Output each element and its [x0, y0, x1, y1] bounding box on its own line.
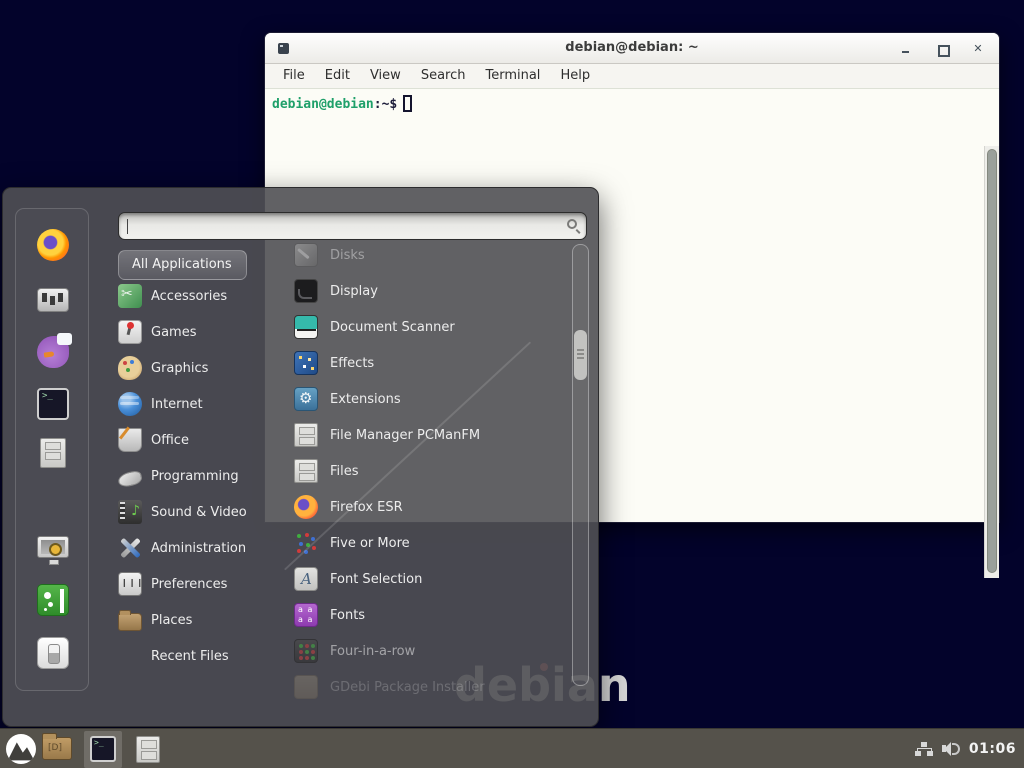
file-cabinet-icon [294, 423, 318, 447]
system-tray: 01:06 [915, 729, 1016, 768]
category-places[interactable]: Places [118, 602, 268, 638]
search-icon [567, 219, 577, 229]
search-box[interactable] [118, 212, 587, 240]
terminal-titlebar[interactable]: debian@debian: ~ ✕ [265, 33, 999, 64]
search-input[interactable] [127, 216, 557, 236]
close-icon[interactable]: ✕ [971, 42, 985, 56]
file-cabinet-launcher-icon[interactable] [136, 736, 160, 763]
category-games[interactable]: Games [118, 314, 268, 350]
menu-scrollbar-thumb[interactable] [574, 330, 587, 380]
category-office[interactable]: Office [118, 422, 268, 458]
settings-sliders-icon[interactable] [37, 288, 69, 312]
app-item-font-selection[interactable]: Font Selection [268, 561, 568, 597]
category-administration[interactable]: Administration [118, 530, 268, 566]
app-item-extensions[interactable]: Extensions [268, 381, 568, 417]
category-graphics[interactable]: Graphics [118, 350, 268, 386]
terminal-task-icon [90, 736, 116, 762]
menu-search[interactable]: Search [411, 64, 476, 88]
category-sound-video[interactable]: Sound & Video [118, 494, 268, 530]
preferences-icon [118, 572, 142, 596]
maximize-icon[interactable] [935, 42, 949, 56]
category-preferences[interactable]: Preferences [118, 566, 268, 602]
games-icon [118, 320, 142, 344]
shutdown-icon[interactable] [37, 637, 69, 669]
category-programming[interactable]: Programming [118, 458, 268, 494]
places-icon [118, 613, 142, 631]
file-cabinet-icon[interactable] [40, 438, 66, 468]
favorites-panel [15, 208, 89, 691]
sound-video-icon [118, 500, 142, 524]
lock-screen-icon[interactable] [37, 536, 69, 558]
terminal-cursor [403, 95, 412, 112]
disks-icon [294, 243, 318, 267]
menu-scrollbar[interactable] [572, 244, 589, 686]
terminal-task-button[interactable] [84, 731, 122, 768]
document-scanner-icon [294, 315, 318, 339]
folder-launcher-icon[interactable] [42, 737, 72, 760]
app-item-firefox-esr[interactable]: Firefox ESR [268, 489, 568, 525]
category-internet[interactable]: Internet [118, 386, 268, 422]
application-list: Disks Display Document Scanner Effects E… [268, 237, 568, 705]
app-item-disks[interactable]: Disks [268, 237, 568, 273]
four-in-a-row-icon [294, 639, 318, 663]
menu-terminal[interactable]: Terminal [475, 64, 550, 88]
app-item-display[interactable]: Display [268, 273, 568, 309]
display-icon [294, 279, 318, 303]
pidgin-icon[interactable] [37, 336, 69, 368]
app-item-fonts[interactable]: Fonts [268, 597, 568, 633]
terminal-scrollbar[interactable] [984, 146, 999, 578]
terminal-scrollbar-thumb[interactable] [987, 149, 997, 573]
programming-icon [117, 470, 143, 489]
app-item-files[interactable]: Files [268, 453, 568, 489]
category-list: Accessories Games Graphics Internet Offi… [118, 278, 268, 674]
gdebi-icon [294, 675, 318, 699]
all-applications-button[interactable]: All Applications [118, 250, 247, 280]
extensions-icon [294, 387, 318, 411]
effects-icon [294, 351, 318, 375]
lock-screen-icon-stand [49, 560, 59, 565]
logout-icon[interactable] [37, 584, 69, 616]
menu-edit[interactable]: Edit [315, 64, 360, 88]
internet-icon [118, 392, 142, 416]
prompt-user-host: debian@debian [272, 97, 374, 112]
category-accessories[interactable]: Accessories [118, 278, 268, 314]
menu-view[interactable]: View [360, 64, 411, 88]
graphics-icon [118, 356, 142, 380]
fonts-icon [294, 603, 318, 627]
menu-file[interactable]: File [273, 64, 315, 88]
prompt-suffix: :~$ [374, 97, 397, 112]
minimize-icon[interactable] [899, 42, 913, 56]
file-cabinet-icon [294, 459, 318, 483]
menu-help[interactable]: Help [550, 64, 600, 88]
firefox-icon[interactable] [37, 229, 69, 261]
volume-icon[interactable] [942, 741, 960, 757]
menu-button[interactable] [6, 734, 36, 764]
administration-icon [118, 536, 142, 560]
taskbar: 01:06 [0, 728, 1024, 768]
category-recent-files[interactable]: Recent Files [118, 638, 268, 674]
terminal-icon[interactable] [37, 388, 69, 420]
accessories-icon [118, 284, 142, 308]
app-item-four-in-a-row[interactable]: Four-in-a-row [268, 633, 568, 669]
application-menu: All Applications Accessories Games Graph… [2, 187, 599, 727]
search-caret [127, 219, 128, 234]
firefox-icon [294, 495, 318, 519]
font-selection-icon [294, 567, 318, 591]
taskbar-clock[interactable]: 01:06 [969, 741, 1016, 757]
app-item-document-scanner[interactable]: Document Scanner [268, 309, 568, 345]
desktop: debian debian@debian: ~ ✕ File Edit View… [0, 0, 1024, 768]
app-item-gdebi[interactable]: GDebi Package Installer [268, 669, 568, 705]
terminal-menubar: File Edit View Search Terminal Help [265, 64, 999, 89]
window-title: debian@debian: ~ [265, 40, 999, 55]
network-icon[interactable] [915, 741, 933, 757]
office-icon [118, 428, 142, 452]
